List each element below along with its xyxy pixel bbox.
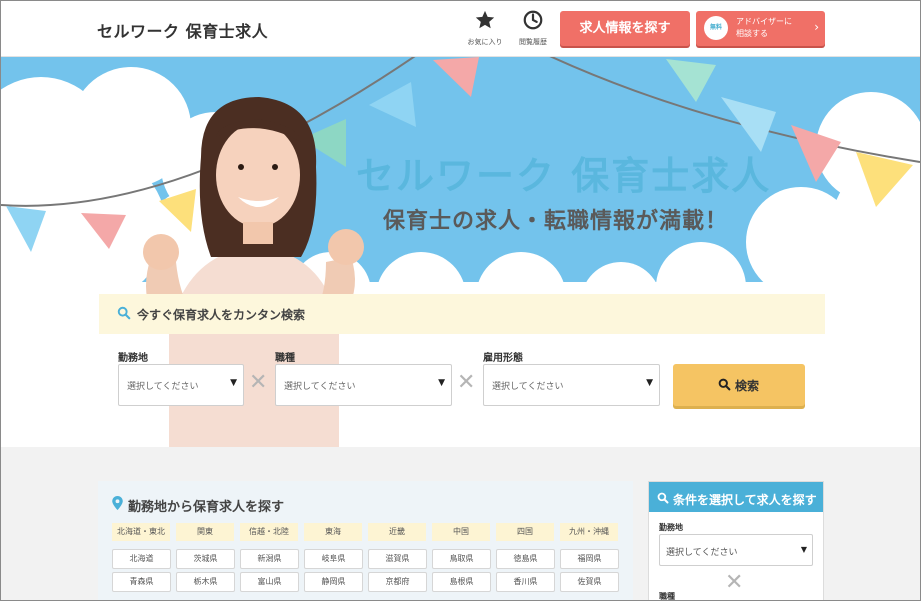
prefecture-button[interactable]: 福岡県 xyxy=(560,549,619,569)
hero-title: セルワーク 保育士求人 xyxy=(356,154,772,198)
search-submit-label: 検索 xyxy=(735,379,760,393)
prefecture-button[interactable]: 新潟県 xyxy=(240,549,299,569)
clock-icon xyxy=(523,10,543,30)
employment-type-label: 雇用形態 xyxy=(483,353,523,364)
cross-icon: ✕ xyxy=(457,370,476,395)
condition-location-label: 勤務地 xyxy=(659,523,683,532)
prefecture-button[interactable]: 徳島県 xyxy=(496,549,555,569)
search-icon xyxy=(718,378,731,391)
favorites-label: お気に入り xyxy=(467,38,503,46)
prefecture-button[interactable]: 鳥取県 xyxy=(432,549,491,569)
job-type-label: 職種 xyxy=(275,353,295,364)
search-submit-button[interactable]: 検索 xyxy=(673,364,805,406)
advisor-line-2: 相談する xyxy=(736,29,768,38)
chevron-right-icon: › xyxy=(814,20,819,34)
region-tab[interactable]: 北海道・東北 xyxy=(112,523,170,541)
hero-subtitle: 保育士の求人・転職情報が満載！ xyxy=(383,209,729,234)
region-tab[interactable]: 九州・沖縄 xyxy=(560,523,618,541)
prefecture-button[interactable]: 島根県 xyxy=(432,572,491,592)
map-pin-icon xyxy=(112,496,123,510)
cross-icon: ✕ xyxy=(249,370,268,395)
prefecture-button[interactable]: 富山県 xyxy=(240,572,299,592)
prefecture-button[interactable]: 京都府 xyxy=(368,572,427,592)
area-search-panel: 勤務地から保育求人を探す 北海道・東北 関東 信越・北陸 東海 近畿 中国 四国… xyxy=(98,481,633,600)
prefecture-button[interactable]: 茨城県 xyxy=(176,549,235,569)
search-jobs-button[interactable]: 求人情報を探す xyxy=(560,11,690,46)
star-icon xyxy=(475,10,495,29)
condition-location-value: 選択してください xyxy=(666,548,738,558)
advisor-consult-button[interactable]: 無料 アドバイザーに 相談する › xyxy=(696,11,825,46)
prefecture-button[interactable]: 青森県 xyxy=(112,572,171,592)
region-tab[interactable]: 中国 xyxy=(432,523,490,541)
hero-banner: セルワーク 保育士求人 保育士の求人・転職情報が満載！ 今すぐ保育求人をカンタン… xyxy=(1,57,920,447)
prefecture-button[interactable]: 栃木県 xyxy=(176,572,235,592)
favorites-link[interactable]: お気に入り xyxy=(460,9,510,47)
advisor-label: アドバイザーに 相談する xyxy=(736,16,792,40)
job-type-select-value: 選択してください xyxy=(284,382,356,392)
caret-down-icon: ▼ xyxy=(646,378,653,388)
condition-search-panel: 条件を選択して求人を探す 勤務地 選択してください ▼ ✕ 職種 xyxy=(648,481,824,601)
history-label: 閲覧履歴 xyxy=(519,38,547,46)
region-tab[interactable]: 近畿 xyxy=(368,523,426,541)
prefecture-button[interactable]: 佐賀県 xyxy=(560,572,619,592)
search-icon xyxy=(657,492,669,504)
area-search-title: 勤務地から保育求人を探す xyxy=(128,500,285,515)
cross-icon: ✕ xyxy=(725,570,744,595)
caret-down-icon: ▼ xyxy=(230,378,237,388)
condition-search-title: 条件を選択して求人を探す xyxy=(673,493,817,507)
prefecture-button[interactable]: 滋賀県 xyxy=(368,549,427,569)
condition-location-select[interactable]: 選択してください ▼ xyxy=(659,534,813,566)
employment-type-select[interactable]: 選択してください ▼ xyxy=(483,364,660,406)
prefecture-button[interactable]: 北海道 xyxy=(112,549,171,569)
history-link[interactable]: 閲覧履歴 xyxy=(508,9,558,47)
caret-down-icon: ▼ xyxy=(438,378,445,388)
prefecture-button[interactable]: 静岡県 xyxy=(304,572,363,592)
search-icon xyxy=(117,306,131,320)
prefecture-button[interactable]: 香川県 xyxy=(496,572,555,592)
page-frame: セルワーク 保育士求人 お気に入り 閲覧履歴 求人情報を探す 無料 アドバイザー… xyxy=(0,0,921,601)
condition-job-label: 職種 xyxy=(659,592,675,601)
region-tab[interactable]: 関東 xyxy=(176,523,234,541)
caret-down-icon: ▼ xyxy=(800,545,807,554)
quick-search-header: 今すぐ保育求人をカンタン検索 xyxy=(99,294,825,334)
site-logo[interactable]: セルワーク 保育士求人 xyxy=(97,18,268,42)
location-label: 勤務地 xyxy=(118,353,148,364)
advisor-line-1: アドバイザーに xyxy=(736,17,792,26)
region-tab[interactable]: 四国 xyxy=(496,523,554,541)
free-badge: 無料 xyxy=(704,16,728,40)
job-type-select[interactable]: 選択してください ▼ xyxy=(275,364,452,406)
region-tab[interactable]: 信越・北陸 xyxy=(240,523,298,541)
location-select[interactable]: 選択してください ▼ xyxy=(118,364,244,406)
region-tab[interactable]: 東海 xyxy=(304,523,362,541)
employment-type-select-value: 選択してください xyxy=(492,382,564,392)
quick-search-title: 今すぐ保育求人をカンタン検索 xyxy=(137,308,306,322)
condition-search-header: 条件を選択して求人を探す xyxy=(649,482,823,512)
site-header: セルワーク 保育士求人 お気に入り 閲覧履歴 求人情報を探す 無料 アドバイザー… xyxy=(1,1,920,57)
location-select-value: 選択してください xyxy=(127,382,199,392)
prefecture-button[interactable]: 岐阜県 xyxy=(304,549,363,569)
